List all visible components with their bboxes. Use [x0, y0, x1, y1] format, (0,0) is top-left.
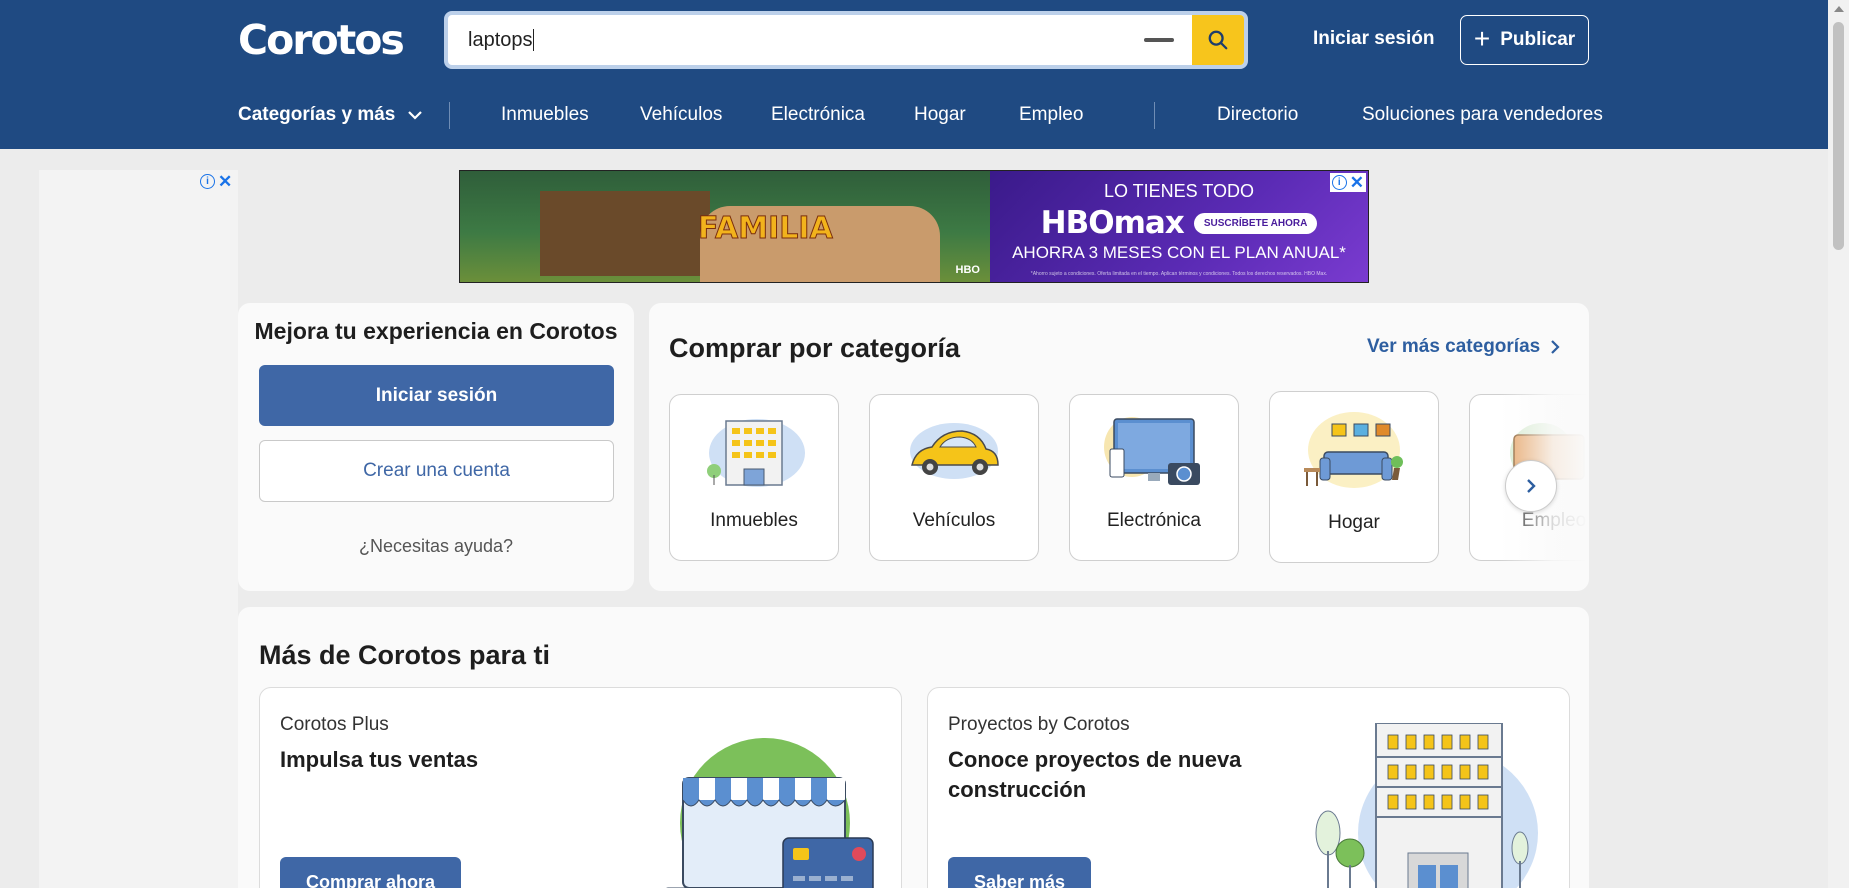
storefront-laptop-icon — [666, 738, 874, 888]
more-section-title: Más de Corotos para ti — [259, 640, 551, 670]
ad-info-icon[interactable]: i — [1331, 175, 1347, 190]
category-label: Vehículos — [912, 510, 996, 531]
car-icon — [910, 423, 999, 479]
ad-line-3: AHORRA 3 MESES CON EL PLAN ANUAL* — [1012, 243, 1346, 262]
promo-kicker: Corotos Plus — [280, 714, 389, 735]
category-label: Hogar — [1328, 512, 1380, 533]
categories-menu-label: Categorías y más — [238, 104, 396, 125]
clear-search-icon[interactable] — [1144, 38, 1174, 42]
nav-item-hogar[interactable]: Hogar — [914, 104, 966, 126]
ad-banner-offer: LO TIENES TODO HBOmax SUSCRÍBETE AHORA A… — [990, 171, 1368, 282]
more-for-you-card: Más de Corotos para ti Corotos Plus Impu… — [238, 607, 1589, 888]
category-label: Inmuebles — [710, 510, 798, 531]
page-scrollbar[interactable] — [1828, 0, 1849, 888]
category-tile-vehiculos[interactable]: Vehículos — [869, 394, 1039, 561]
ad-line-1: LO TIENES TODO — [1103, 181, 1255, 201]
categories-card: Comprar por categoría Ver más categorías… — [649, 303, 1589, 591]
search-input[interactable]: laptops — [448, 29, 1144, 52]
ad-controls: i ✕ — [1329, 173, 1366, 192]
chevron-right-icon — [1551, 340, 1560, 354]
ad-cta[interactable]: SUSCRÍBETE AHORA — [1193, 212, 1318, 234]
cabin-shape — [540, 191, 710, 276]
corotos-logo[interactable]: Corotos — [238, 16, 405, 64]
categories-menu-button[interactable]: Categorías y más — [238, 104, 423, 126]
plus-icon: + — [1473, 23, 1491, 54]
nav-divider — [1154, 102, 1155, 129]
ad-banner-image: FAMILIA HBO — [460, 171, 990, 282]
category-tile-hogar[interactable]: Hogar — [1269, 391, 1439, 563]
ad-brand-row: HBOmax SUSCRÍBETE AHORA — [990, 205, 1368, 241]
promo-kicker: Proyectos by Corotos — [948, 714, 1130, 735]
buy-now-button[interactable]: Comprar ahora — [280, 857, 462, 888]
carousel-next-button[interactable] — [1505, 460, 1557, 512]
login-button[interactable]: Iniciar sesión — [259, 365, 614, 426]
more-categories-link[interactable]: Ver más categorías — [1367, 336, 1560, 358]
chevron-right-icon — [1527, 479, 1536, 493]
building-icon — [707, 419, 805, 487]
ad-banner[interactable]: FAMILIA HBO LO TIENES TODO HBOmax SUSCRÍ… — [459, 170, 1369, 283]
electronics-icon — [1104, 417, 1200, 485]
promo-card-corotos-plus[interactable]: Corotos Plus Impulsa tus ventas Comprar … — [259, 687, 902, 888]
nav-item-empleo[interactable]: Empleo — [1019, 104, 1083, 126]
promo-headline: Conoce proyectos de nueva construcción — [948, 747, 1242, 802]
categories-title: Comprar por categoría — [669, 333, 961, 363]
search-input-value: laptops — [468, 28, 533, 51]
nav-divider — [449, 102, 450, 129]
nav-item-vehiculos[interactable]: Vehículos — [640, 104, 722, 126]
scrollbar-thumb[interactable] — [1833, 22, 1844, 250]
more-categories-label: Ver más categorías — [1367, 336, 1541, 357]
promo-card-proyectos[interactable]: Proyectos by Corotos Conoce proyectos de… — [927, 687, 1570, 888]
ad-close-icon[interactable]: ✕ — [218, 173, 232, 190]
login-card: Mejora tu experiencia en Corotos Iniciar… — [238, 303, 634, 591]
ad-fine-print: *Ahorro sujeto a condiciones. Oferta lim… — [1030, 271, 1328, 277]
nav-link-directorio[interactable]: Directorio — [1217, 104, 1298, 126]
scroll-up-arrow-icon[interactable] — [1834, 6, 1844, 12]
publish-button[interactable]: + Publicar — [1460, 15, 1589, 65]
apartment-building-icon — [1315, 723, 1538, 888]
ad-controls: i ✕ — [200, 173, 232, 190]
sofa-icon — [1304, 412, 1403, 488]
nav-link-soluciones[interactable]: Soluciones para vendedores — [1362, 104, 1603, 126]
promo-headline: Impulsa tus ventas — [280, 747, 479, 772]
ad-small-brand: HBO — [955, 264, 980, 276]
publish-label: Publicar — [1500, 29, 1576, 50]
help-link[interactable]: ¿Necesitas ayuda? — [238, 536, 634, 557]
search-bar[interactable]: laptops — [444, 11, 1248, 69]
ad-show-title: FAMILIA — [698, 211, 834, 247]
login-card-title: Mejora tu experiencia en Corotos — [254, 318, 618, 344]
chevron-down-icon — [408, 111, 423, 120]
ad-brand: HBOmax — [1040, 205, 1185, 241]
ad-info-icon[interactable]: i — [200, 174, 215, 189]
top-header: Corotos laptops Iniciar sesión + Publica… — [0, 0, 1828, 149]
ad-close-icon[interactable]: ✕ — [1350, 174, 1364, 191]
category-tile-inmuebles[interactable]: Inmuebles — [669, 394, 839, 561]
category-label: Electrónica — [1107, 510, 1201, 531]
search-icon — [1208, 30, 1228, 50]
learn-more-button[interactable]: Saber más — [948, 857, 1092, 888]
login-link[interactable]: Iniciar sesión — [1313, 28, 1434, 50]
category-tile-electronica[interactable]: Electrónica — [1069, 394, 1239, 561]
search-button[interactable] — [1192, 15, 1244, 65]
text-caret — [532, 29, 534, 52]
nav-item-inmuebles[interactable]: Inmuebles — [501, 104, 589, 126]
create-account-button[interactable]: Crear una cuenta — [259, 440, 614, 502]
nav-item-electronica[interactable]: Electrónica — [771, 104, 865, 126]
side-ad-slot: i ✕ — [39, 170, 238, 888]
